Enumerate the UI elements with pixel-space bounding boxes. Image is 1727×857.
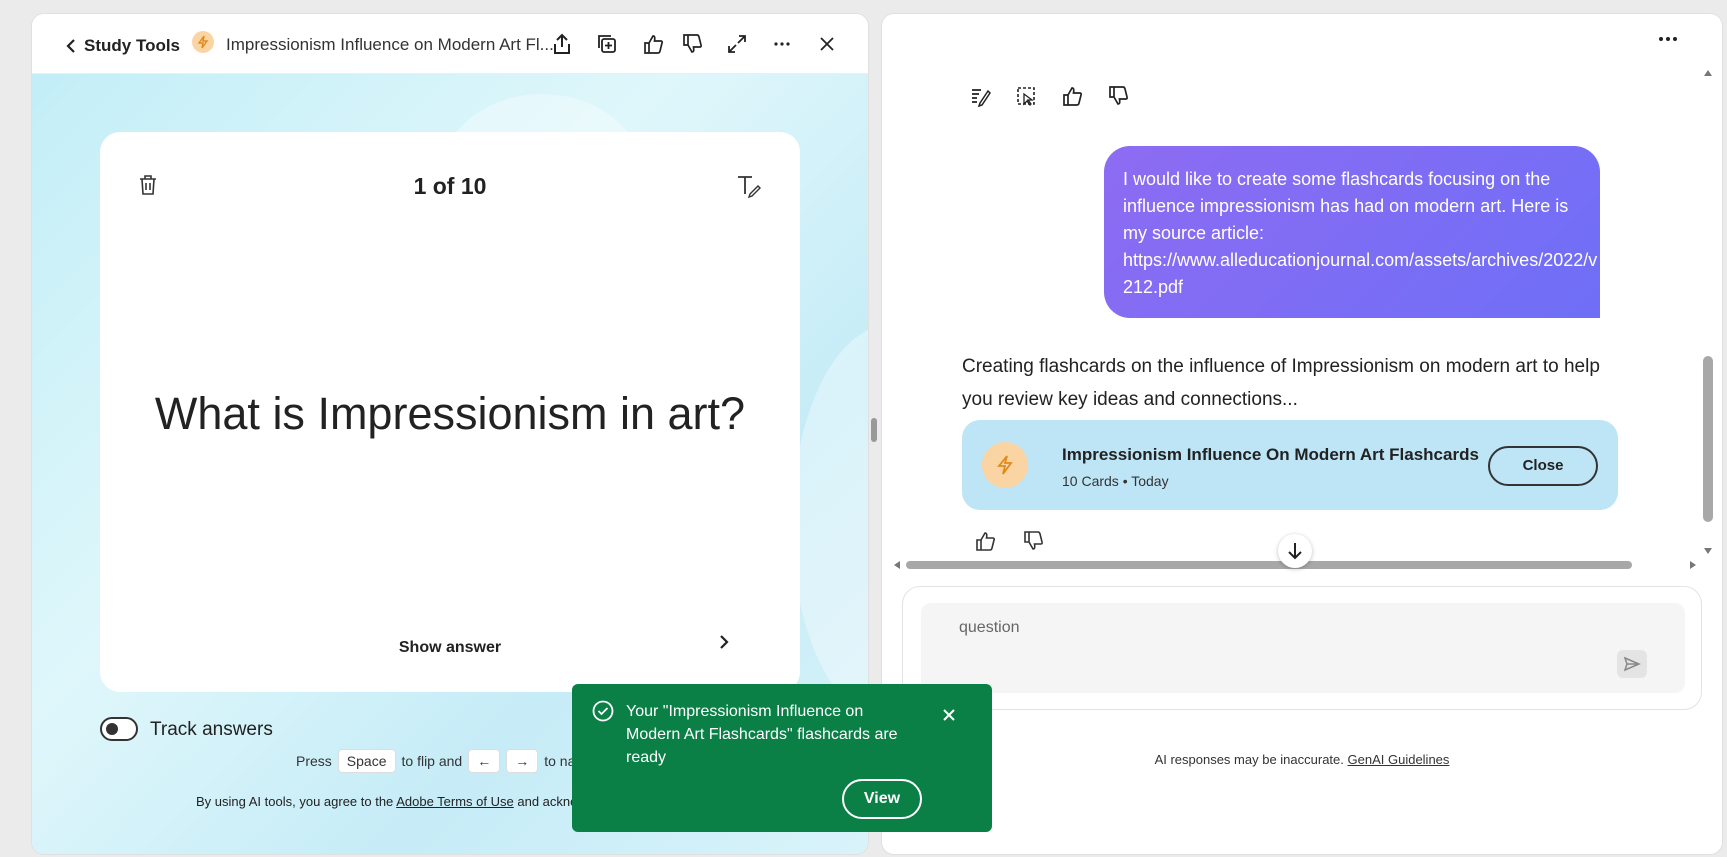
flashcard-set-meta: 10 Cards • Today: [1062, 473, 1169, 489]
user-message-line: influence impressionism has had on moder…: [1123, 196, 1569, 216]
ai-disclaimer: AI responses may be inaccurate. GenAI Gu…: [882, 752, 1722, 767]
left-arrow-key: ←: [468, 749, 501, 773]
vertical-scroll-thumb[interactable]: [1703, 356, 1713, 522]
user-message-line: my source article:: [1123, 223, 1265, 243]
flashcard-set-title: Impressionism Influence On Modern Art Fl…: [1062, 445, 1479, 464]
share-icon: [551, 33, 573, 55]
more-options-button[interactable]: [770, 32, 794, 56]
scroll-to-bottom-button[interactable]: [1278, 534, 1312, 568]
expand-icon: [726, 33, 748, 55]
thumbs-down-icon: [681, 33, 703, 55]
show-answer-button[interactable]: Show answer: [100, 639, 800, 657]
chat-more-button[interactable]: [1658, 36, 1678, 42]
track-answers-toggle[interactable]: [100, 717, 138, 741]
thumbs-up-icon: [642, 33, 664, 55]
chevron-left-icon: [66, 39, 76, 53]
vertical-scrollbar[interactable]: [1700, 64, 1716, 564]
back-label: Study Tools: [84, 36, 181, 55]
toast-close-button[interactable]: [942, 708, 956, 722]
lightning-icon: [982, 442, 1028, 488]
thumbs-up-icon[interactable]: [1060, 84, 1084, 108]
disclaimer-text: AI responses may be inaccurate.: [1154, 752, 1344, 767]
document-title: Impressionism Influence on Modern Art Fl…: [226, 35, 554, 54]
send-button[interactable]: [1617, 650, 1647, 678]
close-icon: [819, 36, 835, 52]
study-tools-header: Study Tools Impressionism Influence on M…: [32, 14, 868, 74]
chevron-right-icon: [718, 634, 730, 650]
terms-prefix: By using AI tools, you agree to the: [196, 794, 394, 809]
message-toolbar: [968, 84, 1130, 108]
expand-button[interactable]: [725, 32, 749, 56]
thumbs-down-button[interactable]: [680, 32, 704, 56]
more-icon: [773, 41, 791, 47]
close-icon: [942, 708, 956, 722]
keyboard-hint: Press Space to flip and ← → to nav: [296, 749, 582, 773]
thumbs-up-icon[interactable]: [974, 530, 996, 552]
hint-text: to flip and: [401, 753, 463, 769]
duplicate-icon: [596, 33, 618, 55]
user-message: I would like to create some flashcards f…: [1104, 146, 1600, 318]
toast-message: Your "Impressionism Influence on Modern …: [626, 703, 898, 766]
flashcards-ready-toast: Your "Impressionism Influence on Modern …: [572, 684, 992, 832]
space-key: Space: [337, 749, 396, 773]
arrow-down-icon: [1287, 541, 1303, 561]
flashcard[interactable]: 1 of 10 What is Impressionism in art? Sh…: [100, 132, 800, 692]
close-panel-button[interactable]: [815, 32, 839, 56]
share-button[interactable]: [550, 32, 574, 56]
track-answers-label: Track answers: [150, 719, 273, 740]
terms-link[interactable]: Adobe Terms of Use: [396, 794, 514, 809]
chat-input-area: [921, 603, 1685, 693]
user-message-link[interactable]: https://www.alleducationjournal.com/asse…: [1123, 247, 1600, 274]
user-message-link[interactable]: 212.pdf: [1123, 274, 1600, 301]
hint-text: Press: [296, 753, 332, 769]
question-input[interactable]: [959, 615, 1559, 641]
panel-resize-handle[interactable]: [871, 418, 877, 442]
thumbs-down-icon[interactable]: [1106, 84, 1130, 108]
terms-notice: By using AI tools, you agree to the Adob…: [196, 794, 590, 809]
right-arrow-key: →: [506, 749, 539, 773]
edit-text-button[interactable]: [736, 174, 762, 198]
thumbs-up-button[interactable]: [641, 32, 665, 56]
duplicate-button[interactable]: [595, 32, 619, 56]
back-button[interactable]: Study Tools: [66, 36, 180, 56]
summary-icon[interactable]: [968, 84, 992, 108]
response-feedback: [974, 530, 1044, 552]
background-decoration: [792, 324, 868, 724]
thumbs-down-icon[interactable]: [1022, 530, 1044, 552]
chat-input-box: [902, 586, 1702, 710]
horizontal-scroll-thumb[interactable]: [906, 561, 1632, 569]
close-flashcards-button[interactable]: Close: [1488, 446, 1598, 486]
user-message-line: I would like to create some flashcards f…: [1123, 169, 1551, 189]
next-card-button[interactable]: [718, 634, 730, 650]
text-edit-icon: [736, 174, 762, 198]
send-icon: [1623, 656, 1641, 672]
more-icon: [1658, 36, 1678, 42]
toast-view-button[interactable]: View: [842, 779, 922, 819]
ai-response: Creating flashcards on the influence of …: [962, 356, 1600, 410]
select-icon[interactable]: [1014, 84, 1038, 108]
card-question: What is Impressionism in art?: [154, 388, 746, 439]
genai-guidelines-link[interactable]: GenAI Guidelines: [1348, 752, 1450, 767]
check-circle-icon: [592, 700, 614, 722]
lightning-icon: [192, 31, 214, 53]
chat-panel: I would like to create some flashcards f…: [882, 14, 1722, 854]
flashcard-set-card[interactable]: Impressionism Influence On Modern Art Fl…: [962, 420, 1618, 510]
card-counter: 1 of 10: [413, 173, 487, 199]
